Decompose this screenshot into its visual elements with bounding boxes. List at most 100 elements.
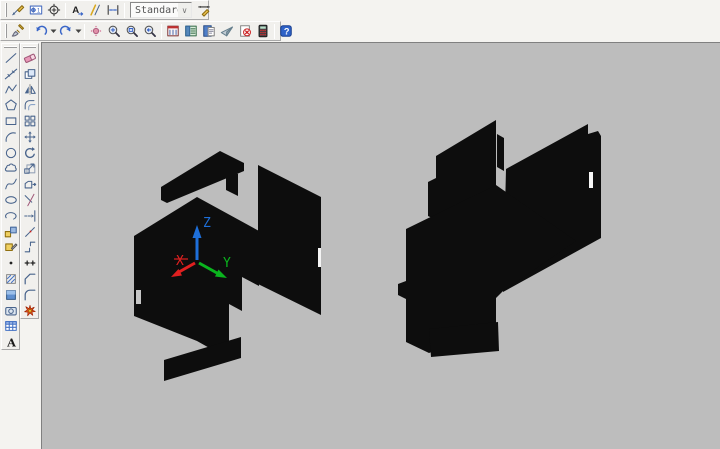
undo-dropdown[interactable] xyxy=(50,22,57,40)
break-at-point-button[interactable] xyxy=(22,224,38,240)
copy-icon xyxy=(23,67,37,81)
toolbar-separator xyxy=(274,24,275,39)
zoom-previous-button[interactable] xyxy=(141,22,159,40)
markup-set-manager-button[interactable] xyxy=(236,22,254,40)
tolerance-button[interactable]: 1 xyxy=(27,1,45,19)
break-icon xyxy=(23,240,37,254)
center-mark-button[interactable] xyxy=(45,1,63,19)
redo-dropdown[interactable] xyxy=(75,22,82,40)
svg-text:A: A xyxy=(72,5,79,16)
svg-text:A: A xyxy=(6,336,16,350)
quickcalc-button[interactable] xyxy=(254,22,272,40)
help-button[interactable]: ? xyxy=(277,22,295,40)
offset-icon xyxy=(23,98,37,112)
ellipse-arc-button[interactable] xyxy=(3,208,19,224)
multiline-text-button[interactable]: A xyxy=(3,334,19,350)
offset-button[interactable] xyxy=(22,97,38,113)
mtext-icon: A xyxy=(4,335,18,349)
chevron-down-icon[interactable]: ∨ xyxy=(178,3,191,17)
spline-button[interactable] xyxy=(3,176,19,192)
help-icon: ? xyxy=(279,24,293,38)
table-icon xyxy=(4,319,18,333)
construction-line-button[interactable] xyxy=(3,66,19,82)
toolbar-separator xyxy=(84,24,85,39)
properties-palette-button[interactable] xyxy=(164,22,182,40)
drawing-canvas[interactable]: ZYX xyxy=(41,42,720,449)
modify-toolbar xyxy=(20,43,39,319)
draw-toolbar: A xyxy=(1,43,20,350)
revcloud-icon xyxy=(4,161,18,175)
line-button[interactable] xyxy=(3,50,19,66)
sheet-set-manager-button[interactable] xyxy=(218,22,236,40)
toolbar-separator xyxy=(29,24,30,39)
toolbar-separator xyxy=(124,3,125,18)
ellipse-button[interactable] xyxy=(3,192,19,208)
array-button[interactable] xyxy=(22,113,38,129)
match-properties-button[interactable] xyxy=(9,22,27,40)
dim-style-dropdown[interactable]: Standard∨ xyxy=(130,2,192,18)
join-button[interactable] xyxy=(22,255,38,271)
circle-icon xyxy=(4,146,18,160)
gradient-button[interactable] xyxy=(3,287,19,303)
folded-carton-3d-slot xyxy=(136,290,141,304)
revision-cloud-button[interactable] xyxy=(3,161,19,177)
polyline-button[interactable] xyxy=(3,82,19,98)
table-button[interactable] xyxy=(3,319,19,335)
trim-icon xyxy=(23,193,37,207)
explode-button[interactable] xyxy=(22,303,38,319)
calc-icon xyxy=(256,24,270,38)
dimension-style-button[interactable] xyxy=(195,1,213,19)
extend-button[interactable] xyxy=(22,208,38,224)
redo-button[interactable] xyxy=(57,22,75,40)
toolbar-grip[interactable] xyxy=(4,46,17,48)
ucs-x-label: X xyxy=(176,254,184,269)
standard-toolbar: ? xyxy=(0,21,281,41)
scale-button[interactable] xyxy=(22,161,38,177)
zoom-realtime-button[interactable] xyxy=(105,22,123,40)
arc-button[interactable] xyxy=(3,129,19,145)
insert-block-button[interactable] xyxy=(3,224,19,240)
props-icon xyxy=(166,24,180,38)
toolbar-grip[interactable] xyxy=(5,24,7,38)
hatch-button[interactable] xyxy=(3,271,19,287)
dimension-update-button[interactable] xyxy=(104,1,122,19)
rectangle-button[interactable] xyxy=(3,113,19,129)
chamfer-icon xyxy=(23,272,37,286)
chamfer-button[interactable] xyxy=(22,271,38,287)
point-button[interactable] xyxy=(3,255,19,271)
svg-text:?: ? xyxy=(284,26,290,36)
oblique-icon xyxy=(88,3,102,17)
stretch-button[interactable] xyxy=(22,176,38,192)
zoom-window-button[interactable] xyxy=(123,22,141,40)
explode-icon xyxy=(23,304,37,318)
circle-button[interactable] xyxy=(3,145,19,161)
ucs-y-label: Y xyxy=(223,256,231,271)
trim-button[interactable] xyxy=(22,192,38,208)
xline-icon xyxy=(4,67,18,81)
insblock-icon xyxy=(4,225,18,239)
break-button[interactable] xyxy=(22,240,38,256)
mirror-icon xyxy=(23,82,37,96)
polygon-button[interactable] xyxy=(3,97,19,113)
designcenter-button[interactable] xyxy=(182,22,200,40)
erase-button[interactable] xyxy=(22,50,38,66)
make-block-button[interactable] xyxy=(3,240,19,256)
move-button[interactable] xyxy=(22,129,38,145)
fillet-button[interactable] xyxy=(22,287,38,303)
copy-button[interactable] xyxy=(22,66,38,82)
toolbar-grip[interactable] xyxy=(23,46,36,48)
rotate-button[interactable] xyxy=(22,145,38,161)
dimension-text-edit-button[interactable]: A xyxy=(68,1,86,19)
join-icon xyxy=(23,256,37,270)
pan-realtime-button[interactable] xyxy=(87,22,105,40)
region-button[interactable] xyxy=(3,303,19,319)
mirror-button[interactable] xyxy=(22,82,38,98)
dimension-oblique-button[interactable] xyxy=(86,1,104,19)
gradient-icon xyxy=(4,288,18,302)
toolbar-grip[interactable] xyxy=(5,3,7,17)
quick-leader-button[interactable] xyxy=(9,1,27,19)
flat-carton-blank-face[interactable] xyxy=(497,134,504,171)
undo-button[interactable] xyxy=(32,22,50,40)
spline-icon xyxy=(4,177,18,191)
tool-palettes-button[interactable] xyxy=(200,22,218,40)
